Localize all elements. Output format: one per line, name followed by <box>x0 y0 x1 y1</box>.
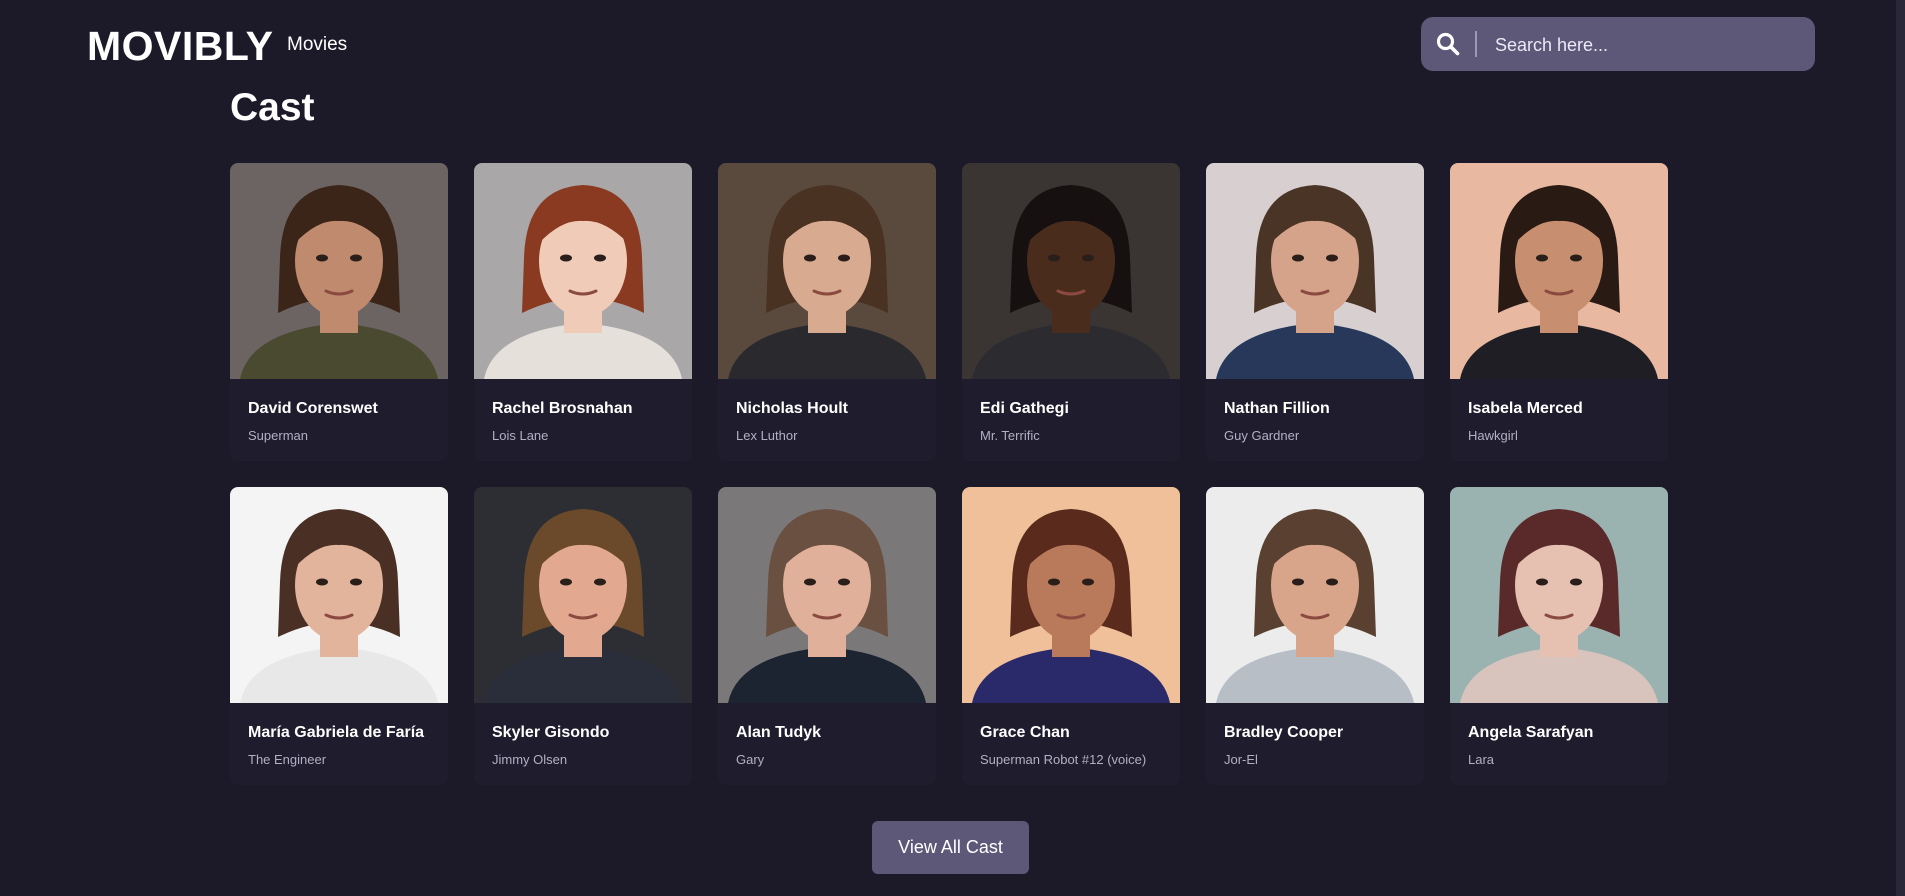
cast-photo[interactable] <box>1450 487 1668 703</box>
cast-card[interactable]: Nicholas Hoult Lex Luthor <box>718 163 936 461</box>
cast-photo[interactable] <box>474 487 692 703</box>
cast-role: The Engineer <box>248 752 327 767</box>
cast-photo[interactable] <box>230 163 448 379</box>
cast-card[interactable]: Nathan Fillion Guy Gardner <box>1206 163 1424 461</box>
cast-card[interactable]: Rachel Brosnahan Lois Lane <box>474 163 692 461</box>
cast-photo[interactable] <box>1206 163 1424 379</box>
cast-photo[interactable] <box>474 163 692 379</box>
logo[interactable]: MOVIBLY <box>87 22 274 70</box>
cast-role: Jimmy Olsen <box>492 752 568 767</box>
cast-name[interactable]: Alan Tudyk <box>736 724 821 742</box>
cast-role: Lex Luthor <box>736 428 798 443</box>
cast-role: Lois Lane <box>492 428 549 443</box>
cast-role: Guy Gardner <box>1224 428 1300 443</box>
cast-photo[interactable] <box>230 487 448 703</box>
cast-name[interactable]: Isabela Merced <box>1468 400 1583 418</box>
cast-photo[interactable] <box>718 163 936 379</box>
cast-name[interactable]: Angela Sarafyan <box>1468 724 1593 742</box>
search-icon[interactable] <box>1435 31 1461 57</box>
cast-card[interactable]: Angela Sarafyan Lara <box>1450 487 1668 785</box>
cast-card[interactable]: Skyler Gisondo Jimmy Olsen <box>474 487 692 785</box>
cast-name[interactable]: Skyler Gisondo <box>492 724 609 742</box>
search-divider <box>1475 31 1477 57</box>
cast-card[interactable]: Isabela Merced Hawkgirl <box>1450 163 1668 461</box>
cast-card[interactable]: Bradley Cooper Jor-El <box>1206 487 1424 785</box>
cast-card[interactable]: Edi Gathegi Mr. Terrific <box>962 163 1180 461</box>
cast-role: Gary <box>736 752 765 767</box>
cast-card[interactable]: María Gabriela de Faría The Engineer <box>230 487 448 785</box>
cast-photo[interactable] <box>1206 487 1424 703</box>
cast-name[interactable]: Grace Chan <box>980 724 1070 742</box>
cast-grid: David Corenswet Superman Rachel Brosnahan L… <box>230 163 1676 785</box>
nav-link-movies[interactable]: Movies <box>287 33 347 57</box>
cast-name[interactable]: Edi Gathegi <box>980 400 1069 418</box>
cast-photo[interactable] <box>1450 163 1668 379</box>
view-all-cast-button[interactable]: View All Cast <box>872 821 1029 874</box>
cast-card[interactable]: Grace Chan Superman Robot #12 (voice) <box>962 487 1180 785</box>
scrollbar[interactable] <box>1896 0 1905 896</box>
search-input[interactable] <box>1493 29 1797 61</box>
cast-name[interactable]: Rachel Brosnahan <box>492 400 632 418</box>
cast-section-title: Cast <box>230 86 315 129</box>
cast-role: Superman <box>248 428 308 443</box>
cast-photo[interactable] <box>962 163 1180 379</box>
cast-photo[interactable] <box>718 487 936 703</box>
cast-name[interactable]: María Gabriela de Faría <box>248 724 424 742</box>
cast-name[interactable]: David Corenswet <box>248 400 378 418</box>
search-bar[interactable] <box>1421 17 1815 71</box>
cast-card[interactable]: Alan Tudyk Gary <box>718 487 936 785</box>
cast-name[interactable]: Bradley Cooper <box>1224 724 1343 742</box>
cast-role: Jor-El <box>1224 752 1258 767</box>
cast-role: Lara <box>1468 752 1495 767</box>
cast-name[interactable]: Nicholas Hoult <box>736 400 848 418</box>
cast-role: Superman Robot #12 (voice) <box>980 752 1147 767</box>
page: MOVIBLY Movies Cast David Corenswet Super… <box>0 0 1905 896</box>
cast-photo[interactable] <box>962 487 1180 703</box>
cast-card[interactable]: David Corenswet Superman <box>230 163 448 461</box>
cast-name[interactable]: Nathan Fillion <box>1224 400 1330 418</box>
cast-role: Hawkgirl <box>1468 428 1518 443</box>
header: MOVIBLY Movies <box>0 0 1890 88</box>
cast-role: Mr. Terrific <box>980 428 1040 443</box>
